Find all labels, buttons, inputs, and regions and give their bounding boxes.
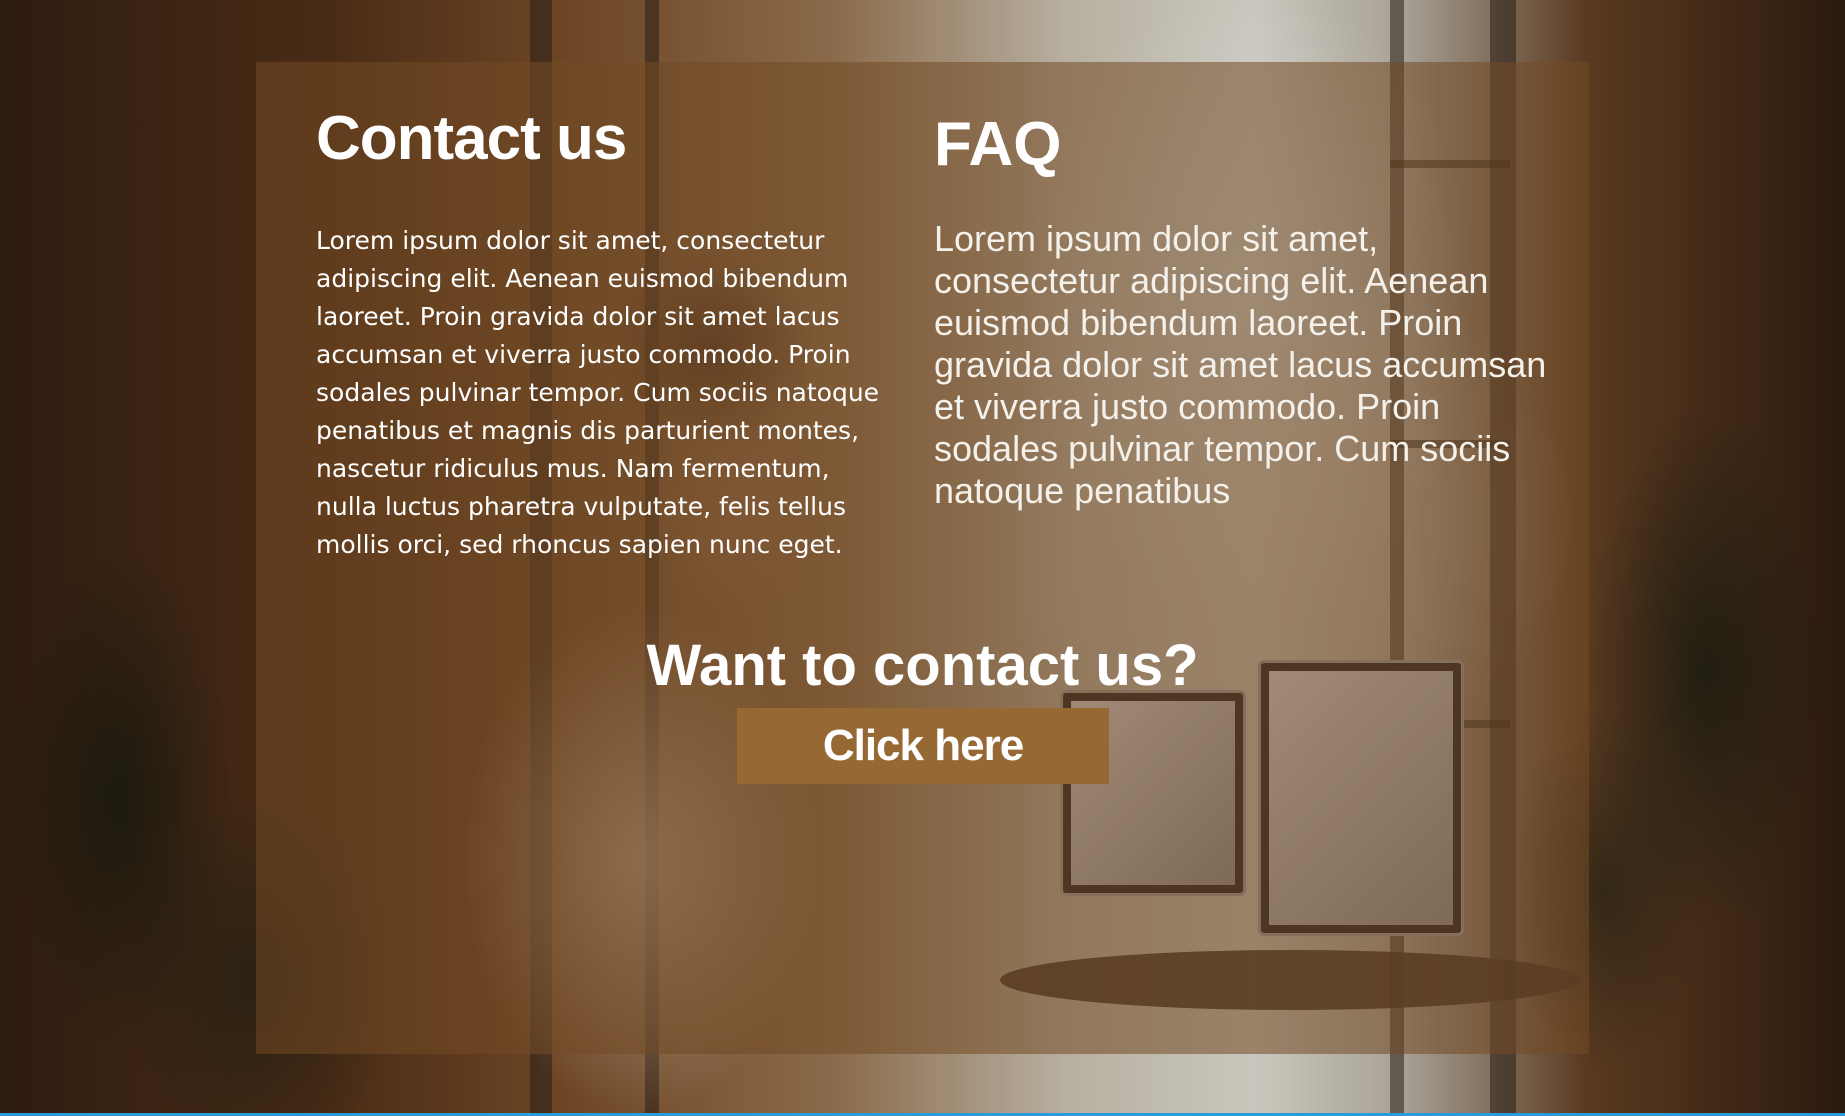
cta-heading: Want to contact us? [646,633,1199,698]
faq-heading: FAQ [934,110,1062,179]
faq-body: Lorem ipsum dolor sit amet, consectetur … [934,218,1547,511]
contact-section: Contact us Lorem ipsum dolor sit amet, c… [316,102,896,564]
faq-section: FAQ Lorem ipsum dolor sit amet, consecte… [934,102,1554,512]
contact-body: Lorem ipsum dolor sit amet, consectetur … [316,226,880,559]
click-here-button[interactable]: Click here [737,708,1109,784]
page: Contact us Lorem ipsum dolor sit amet, c… [0,0,1845,1116]
contact-heading: Contact us [316,104,627,173]
content-panel: Contact us Lorem ipsum dolor sit amet, c… [256,62,1589,1054]
